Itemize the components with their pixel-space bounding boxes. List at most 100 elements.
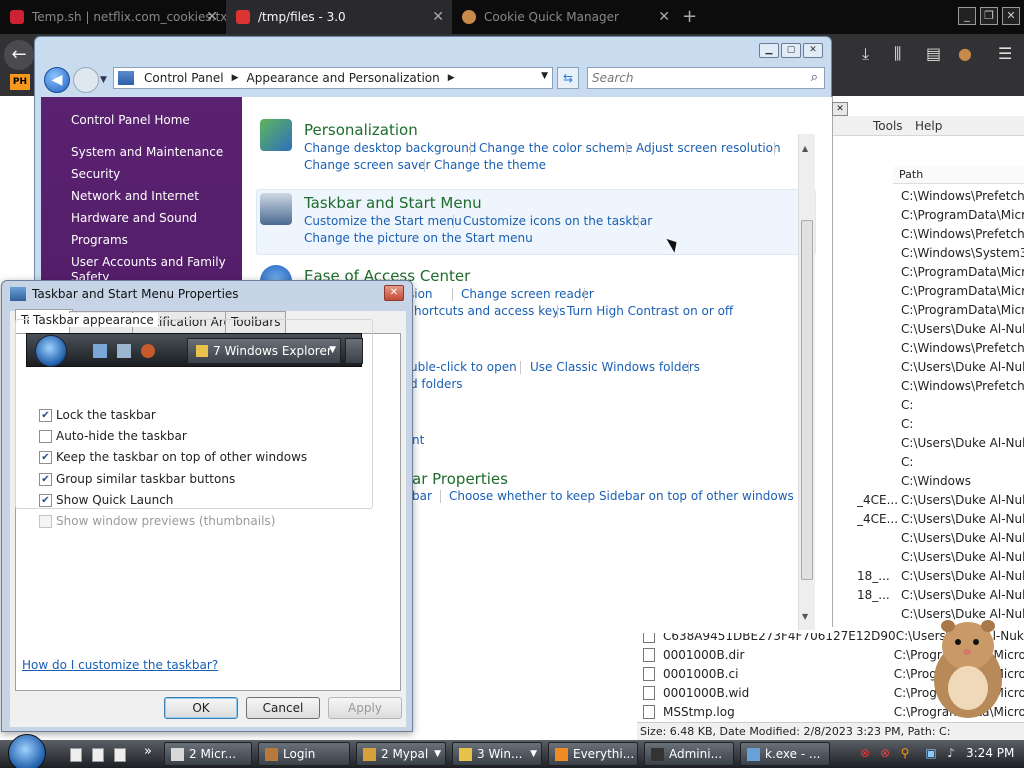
name-cell[interactable]: _4CE... [857, 512, 897, 531]
sidebar-item-hardware[interactable]: Hardware and Sound [71, 211, 197, 225]
path-cell[interactable]: C:\Users\Duke Al-Nuke [901, 588, 1024, 607]
scrollbar-thumb[interactable] [801, 220, 813, 580]
path-cell[interactable]: C:\Windows\System32\ [901, 246, 1024, 265]
clock[interactable]: 3:24 PM [966, 746, 1014, 760]
close-tab-icon[interactable]: ✕ [206, 9, 218, 25]
link-classic-folders[interactable]: Use Classic Windows folders [530, 360, 700, 374]
path-cell[interactable]: C:\ProgramData\Micros [901, 284, 1024, 303]
search-icon[interactable]: ⌕ [811, 70, 818, 85]
option-2[interactable]: Auto-hide the taskbar [39, 428, 187, 444]
option-4[interactable]: ✔ Group similar taskbar buttons [39, 471, 235, 487]
ok-button[interactable]: OK [164, 697, 238, 719]
browser-tab-cookie-manager[interactable]: Cookie Quick Manager ✕ [452, 0, 678, 34]
path-cell[interactable]: C:\Users\Duke Al-Nuke [901, 569, 1024, 588]
vertical-scrollbar[interactable]: ▲ ▼ [798, 134, 815, 630]
path-cell[interactable]: C:\Windows\Prefetch [901, 227, 1024, 246]
path-cell[interactable]: C:\Users\Duke Al-Nuke [901, 436, 1024, 455]
link-sidebar-on-top[interactable]: Choose whether to keep Sidebar on top of… [449, 489, 794, 503]
name-cell[interactable]: 18_... [857, 569, 897, 588]
security-alert-icon[interactable]: ⊗ [858, 746, 872, 760]
sidebar-icon[interactable]: ▤ [926, 44, 941, 63]
network-icon[interactable]: ⊗ [878, 746, 892, 760]
library-icon[interactable]: ⫼ [894, 44, 901, 64]
back-arrow-icon[interactable]: ← [4, 40, 34, 70]
download-icon[interactable]: ⤓ [862, 44, 869, 64]
browser-tab-temp[interactable]: Temp.sh | netflix.com_cookies.txt ✕ [0, 0, 226, 34]
path-cell[interactable]: C:\Windows\Prefetch [901, 189, 1024, 208]
path-cell[interactable]: C:\Windows\Prefetch [901, 379, 1024, 398]
path-cell[interactable]: C:\Windows\Prefetch [901, 341, 1024, 360]
breadcrumb-chevron-icon[interactable]: ▶ [232, 73, 239, 83]
category-taskbar-start-menu[interactable]: Taskbar and Start Menu [304, 194, 482, 212]
close-icon[interactable]: ✕ [803, 43, 823, 58]
sidebar-item-user-accounts[interactable]: User Accounts and Family [71, 255, 226, 269]
link-double-click-open[interactable]: uble-click to open [410, 360, 517, 374]
apply-button[interactable]: Apply [328, 697, 402, 719]
link-desktop-background[interactable]: Change desktop background [304, 141, 476, 155]
path-cell[interactable]: C:\Users\Duke Al-Nuke [901, 531, 1024, 550]
menu-tools[interactable]: Tools [873, 119, 903, 133]
sidebar-item-network[interactable]: Network and Internet [71, 189, 199, 203]
sidebar-item-security[interactable]: Security [71, 167, 120, 181]
menu-icon[interactable]: ☰ [998, 44, 1012, 63]
display-icon[interactable]: ▣ [924, 746, 938, 760]
path-cell[interactable]: C:\Users\Duke Al-Nuke [901, 550, 1024, 569]
menu-help[interactable]: Help [915, 119, 942, 133]
path-cell[interactable]: C: [901, 398, 1024, 417]
taskbar-button[interactable]: 2 Mypal ▼ [356, 742, 446, 766]
checkbox[interactable] [39, 429, 52, 443]
checkbox[interactable]: ✔ [39, 493, 52, 507]
link-font[interactable]: nt [412, 433, 424, 447]
cookie-icon[interactable]: ● [958, 44, 972, 63]
checkbox[interactable]: ✔ [39, 408, 52, 422]
close-icon[interactable]: ✕ [1002, 7, 1020, 25]
option-3[interactable]: ✔ Keep the taskbar on top of other window… [39, 449, 307, 465]
taskbar-button[interactable]: 3 Win... ▼ [452, 742, 542, 766]
path-cell[interactable]: C:\Users\Duke Al-Nuke [901, 322, 1024, 341]
forward-arrow-icon[interactable] [73, 67, 99, 93]
checkbox[interactable]: ✔ [39, 450, 52, 464]
name-cell[interactable]: 18_... [857, 588, 897, 607]
path-cell[interactable]: C:\ProgramData\Micros [901, 303, 1024, 322]
link-shortcuts-access-keys[interactable]: hortcuts and access keys [414, 304, 565, 318]
search-tray-icon[interactable]: ⚲ [898, 746, 912, 760]
path-cell[interactable]: C: [901, 417, 1024, 436]
link-hidden-folders[interactable]: d folders [410, 377, 463, 391]
help-link[interactable]: How do I customize the taskbar? [22, 658, 218, 672]
path-cell[interactable]: C:\Users\Duke Al-Nuke [901, 493, 1024, 512]
link-high-contrast[interactable]: Turn High Contrast on or off [567, 304, 733, 318]
taskbar-button[interactable]: Login [258, 742, 350, 766]
chevron-down-icon[interactable]: ▼ [434, 749, 441, 759]
quick-launch-file-icon[interactable] [92, 748, 104, 762]
start-button[interactable] [8, 734, 46, 768]
link-start-menu-picture[interactable]: Change the picture on the Start menu [304, 231, 533, 245]
sidebar-item-programs[interactable]: Programs [71, 233, 128, 247]
back-arrow-icon[interactable]: ◀ [44, 67, 70, 93]
scroll-up-icon[interactable]: ▲ [802, 144, 808, 153]
quick-launch-file-icon[interactable] [114, 748, 126, 762]
quick-launch-more-icon[interactable]: » [144, 744, 152, 759]
volume-icon[interactable]: ♪ [944, 746, 958, 760]
link-change-theme[interactable]: Change the theme [434, 158, 546, 172]
link-screen-resolution[interactable]: Adjust screen resolution [636, 141, 781, 155]
path-cell[interactable]: C:\Users\Duke Al-Nuke [901, 512, 1024, 531]
cancel-button[interactable]: Cancel [246, 697, 320, 719]
sidebar-item-home[interactable]: Control Panel Home [71, 113, 190, 127]
path-column-header[interactable]: Path [893, 166, 1024, 184]
taskbar-button[interactable]: 2 Micr... [164, 742, 252, 766]
close-tab-icon[interactable]: ✕ [658, 9, 670, 25]
history-dropdown-icon[interactable]: ▼ [100, 75, 107, 85]
chevron-down-icon[interactable]: ▼ [530, 749, 537, 759]
option-1[interactable]: ✔ Lock the taskbar [39, 407, 156, 423]
minimize-icon[interactable]: ▁ [759, 43, 779, 58]
path-cell[interactable]: C:\Windows [901, 474, 1024, 493]
taskbar-button[interactable]: k.exe - ... [740, 742, 830, 766]
breadcrumb-appearance[interactable]: Appearance and Personalization [247, 71, 440, 85]
close-icon[interactable]: ✕ [832, 102, 848, 116]
link-sidebar[interactable]: bar [412, 489, 432, 503]
link-customize-start-menu[interactable]: Customize the Start menu [304, 214, 462, 228]
path-cell[interactable]: C:\Users\Duke Al-Nuke [901, 360, 1024, 379]
checkbox[interactable]: ✔ [39, 472, 52, 486]
quick-launch-desktop-icon[interactable] [70, 748, 82, 762]
link-screen-saver[interactable]: Change screen saver [304, 158, 431, 172]
